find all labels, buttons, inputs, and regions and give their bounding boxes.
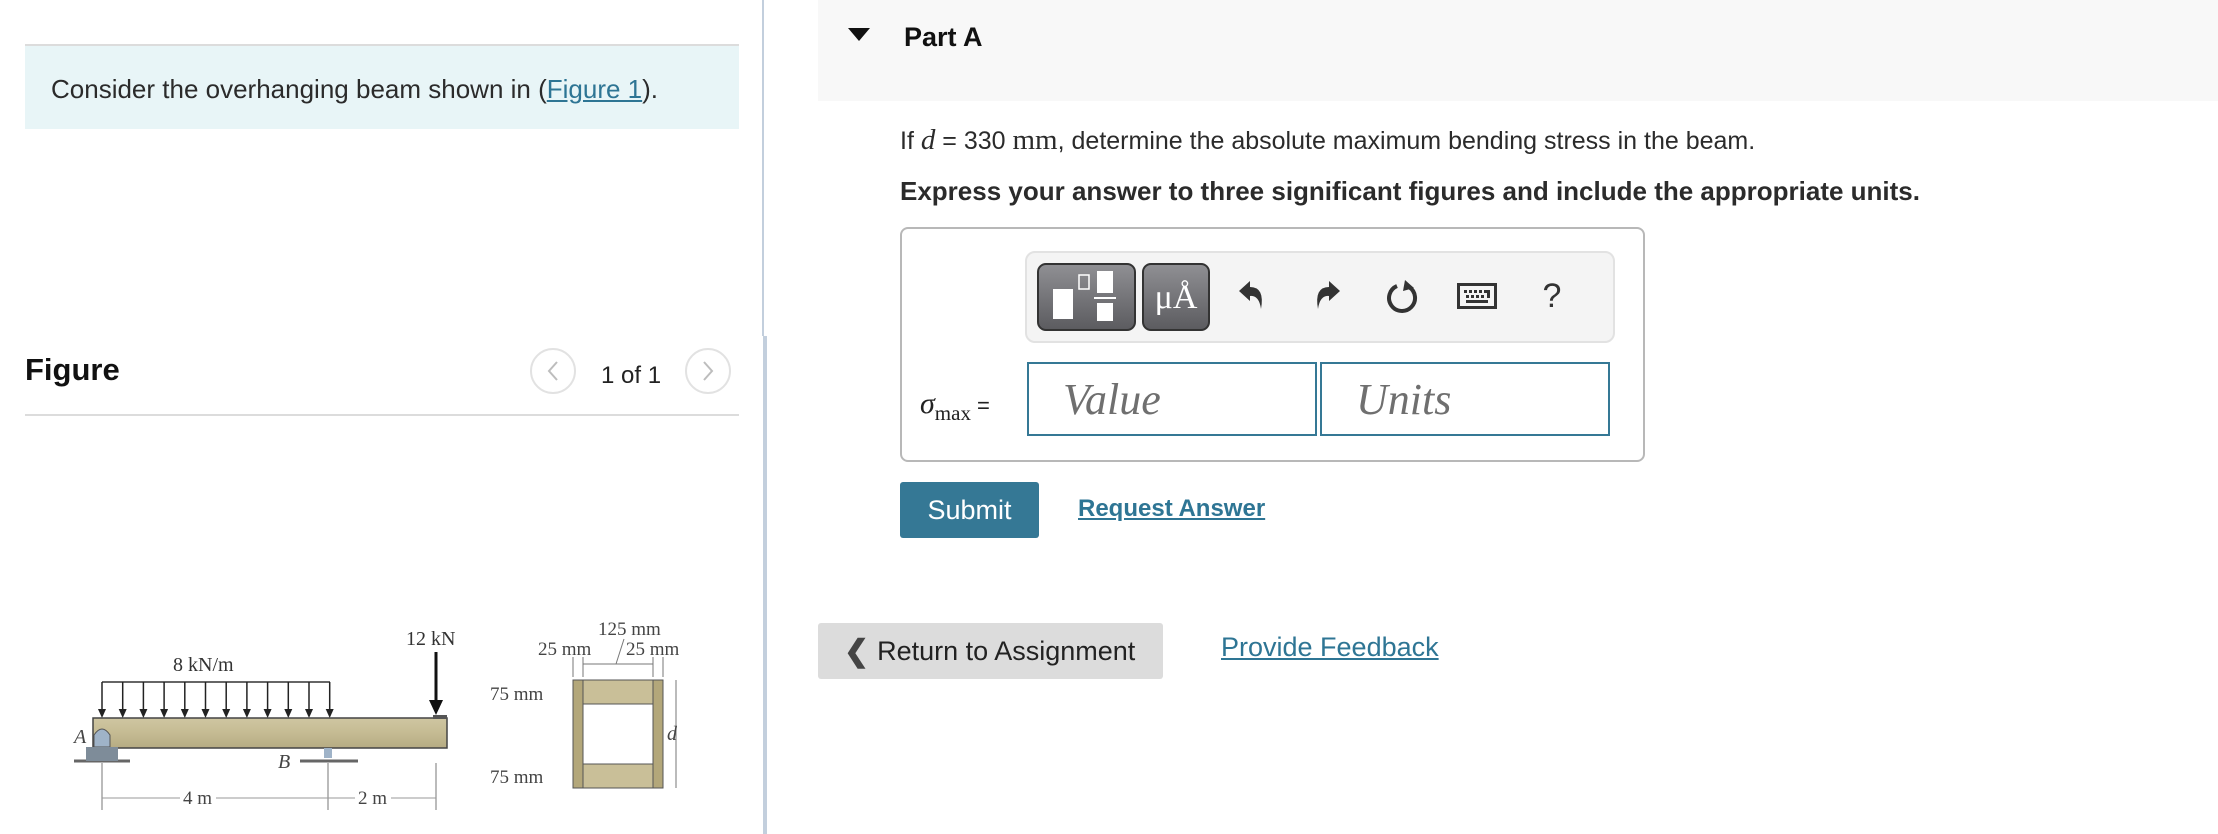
question-suffix: , determine the absolute maximum bending… (1057, 127, 1756, 155)
intro-box: Consider the overhanging beam shown in (… (25, 44, 739, 129)
load-arrowhead (201, 709, 210, 718)
question-math: d (921, 124, 936, 156)
left-pane: Consider the overhanging beam shown in (… (0, 0, 760, 834)
section-leader (615, 638, 625, 665)
templates-icon (1053, 271, 1116, 321)
units-input[interactable] (1320, 362, 1610, 436)
top-flange-label: 75 mm (490, 684, 544, 705)
beam (92, 717, 448, 749)
reset-icon (1387, 280, 1417, 313)
load-arrowhead (242, 709, 251, 718)
support-b-label: B (278, 751, 290, 773)
right-side-label: 25 mm (626, 639, 680, 660)
roller-support-b (324, 748, 332, 758)
section-right-plank (652, 679, 664, 789)
value-input[interactable] (1027, 362, 1317, 436)
load-arrowhead (284, 709, 293, 718)
beam-diagram: 8 kN/m 12 kN A B 4 m 2 m (72, 628, 455, 810)
load-arrowhead (139, 709, 148, 718)
overhang-label: 2 m (358, 788, 387, 809)
depth-label: d (667, 723, 678, 745)
intro-text: Consider the overhanging beam shown in (… (51, 74, 658, 105)
submit-button[interactable]: Submit (900, 482, 1039, 538)
templates-button[interactable] (1037, 263, 1136, 331)
units-button[interactable]: μÅ (1142, 263, 1210, 331)
help-icon: ? (1542, 276, 1562, 315)
units-icon: μÅ (1154, 279, 1198, 316)
answer-label: σmax = (920, 387, 990, 426)
question-equals: = 330 (935, 127, 1013, 155)
math-toolbar: μÅ ? (1025, 251, 1615, 343)
inner-width-label: 125 mm (598, 619, 661, 640)
bottom-flange-label: 75 mm (490, 767, 544, 788)
sigma-subscript: max (934, 401, 971, 425)
load-arrowhead (98, 709, 106, 718)
question-variable: d (920, 124, 936, 156)
section-left-plank (572, 679, 584, 789)
chevron-right-icon (703, 361, 714, 381)
section-top-flange (582, 679, 654, 705)
return-label: Return to Assignment (877, 635, 1136, 666)
reset-button[interactable] (1377, 267, 1427, 325)
load-arrowhead (263, 709, 272, 718)
part-a-header[interactable]: Part A (818, 0, 2218, 101)
redo-icon (1317, 281, 1340, 309)
redo-button[interactable] (1302, 267, 1352, 325)
section-bottom-flange (582, 763, 654, 789)
chevron-left-icon: ❮ (844, 634, 870, 668)
support-a-label: A (72, 726, 87, 748)
figure-header: Figure 1 of 1 (25, 340, 739, 416)
previous-figure-button[interactable] (530, 348, 576, 394)
request-answer-link[interactable]: Request Answer (1078, 495, 1265, 523)
provide-feedback-link[interactable]: Provide Feedback (1221, 632, 1439, 663)
load-arrowhead (222, 709, 231, 718)
undo-button[interactable] (1227, 267, 1277, 325)
load-plate (433, 715, 447, 719)
intro-suffix: ). (642, 74, 659, 104)
beam-figure: 8 kN/m 12 kN A B 4 m 2 m 125 mm 25 mm 25… (72, 619, 680, 810)
pane-divider (762, 0, 764, 336)
pager-text: 1 of 1 (601, 362, 662, 389)
intro-prefix: Consider the overhanging beam shown in ( (51, 74, 547, 104)
cross-section: 125 mm 25 mm 25 mm 75 mm 75 mm d (490, 619, 680, 789)
left-pane-scrollbar[interactable] (763, 336, 767, 834)
next-figure-button[interactable] (685, 348, 731, 394)
figure-title: Figure (25, 352, 120, 387)
load-arrowhead (160, 709, 169, 718)
help-button[interactable]: ? (1527, 267, 1577, 325)
question-text: If d = 330 mm, determine the absolute ma… (900, 124, 1755, 157)
undo-icon (1239, 281, 1262, 309)
question-prefix: If (900, 127, 921, 155)
distributed-load-arrows (98, 682, 334, 718)
figure-link[interactable]: Figure 1 (547, 74, 642, 104)
chevron-left-icon (547, 361, 558, 381)
equals-sign: = (976, 393, 990, 418)
load-arrowhead (305, 709, 313, 718)
keyboard-button[interactable] (1452, 267, 1502, 325)
pin-support-a (93, 728, 111, 748)
left-side-label: 25 mm (538, 639, 592, 660)
answer-box: μÅ ? σmax = (900, 227, 1645, 462)
instruction-text: Express your answer to three significant… (900, 176, 1920, 206)
span-ab-label: 4 m (183, 788, 212, 809)
distributed-load-label: 8 kN/m (173, 654, 234, 676)
return-to-assignment-button[interactable]: ❮ Return to Assignment (818, 623, 1163, 679)
load-arrowhead (180, 709, 189, 718)
caret-down-icon[interactable] (848, 28, 870, 41)
point-load-arrowhead (429, 700, 443, 715)
load-arrowhead (118, 709, 127, 718)
sigma-symbol: σ (920, 387, 935, 420)
question-unit: mm (1012, 124, 1058, 156)
part-title: Part A (904, 22, 983, 52)
keyboard-icon (1457, 283, 1497, 309)
point-load-label: 12 kN (406, 628, 455, 650)
support-a-base (86, 747, 118, 761)
load-arrowhead (325, 709, 334, 718)
